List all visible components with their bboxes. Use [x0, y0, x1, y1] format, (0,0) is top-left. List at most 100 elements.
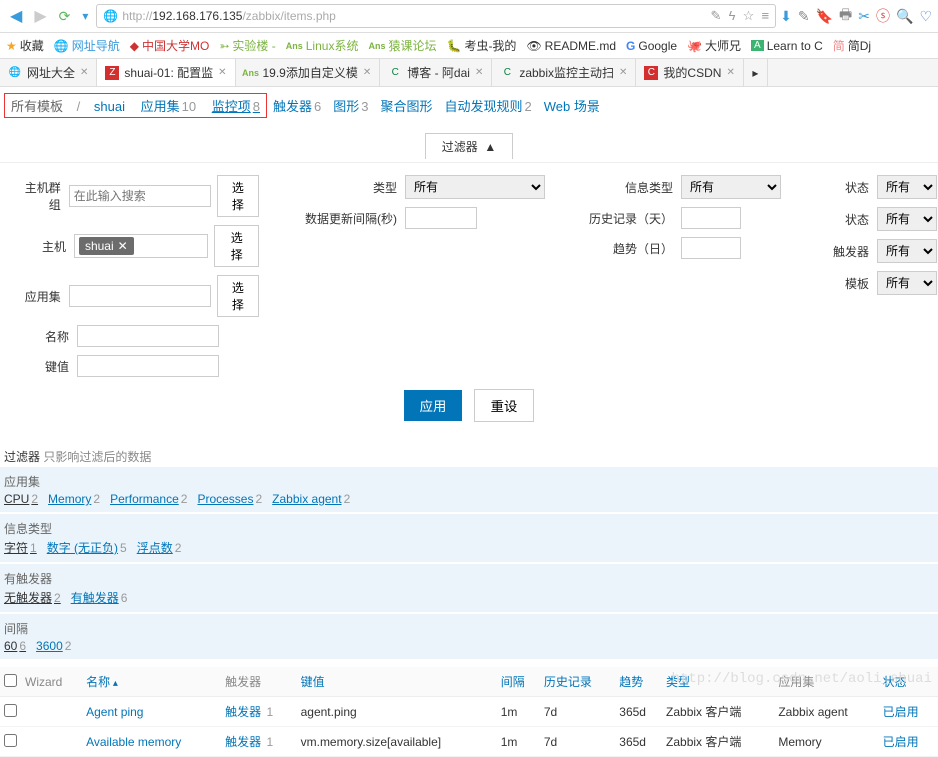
col-interval[interactable]: 间隔 — [497, 667, 540, 697]
trend-input[interactable] — [681, 237, 741, 259]
cat-item[interactable]: Memory2 — [48, 492, 100, 506]
subnav-triggers[interactable]: 触发器6 — [267, 94, 327, 117]
close-icon[interactable]: ✕ — [475, 67, 483, 78]
cat-item[interactable]: 606 — [4, 639, 26, 653]
bookmark-item[interactable]: ALearn to C — [751, 39, 823, 53]
shield-icon[interactable]: ♡ — [919, 8, 932, 25]
state1-select[interactable]: 所有 — [877, 175, 937, 199]
tab[interactable]: C博客 - 阿dai✕ — [380, 59, 492, 86]
apply-button[interactable]: 应用 — [404, 390, 463, 421]
col-history[interactable]: 历史记录 — [540, 667, 615, 697]
bookmark-item[interactable]: 🐙大师兄 — [687, 37, 741, 54]
hostgroup-input[interactable] — [69, 185, 211, 207]
history-input[interactable] — [681, 207, 741, 229]
cat-item[interactable]: 有触发器6 — [71, 589, 128, 606]
cat-item[interactable]: CPU2 — [4, 492, 38, 506]
row-checkbox[interactable] — [4, 704, 17, 717]
close-icon[interactable]: ✕ — [218, 67, 226, 78]
subnav-items[interactable]: 监控项8 — [206, 97, 266, 116]
update-input[interactable] — [405, 207, 477, 229]
select-button[interactable]: 选择 — [214, 225, 259, 267]
print-icon[interactable]: 🖶 — [839, 4, 852, 28]
subnav-appset[interactable]: 应用集10 — [135, 97, 202, 116]
key-input[interactable] — [77, 355, 219, 377]
tab[interactable]: C我的CSDN✕ — [636, 59, 743, 86]
s-icon[interactable]: ⓢ — [876, 6, 890, 26]
tab[interactable]: Zshuai-01: 配置监✕ — [97, 59, 235, 86]
bookmark-item[interactable]: ★收藏 — [6, 37, 44, 54]
select-button[interactable]: 选择 — [217, 175, 259, 217]
subnav-graphs[interactable]: 图形3 — [327, 94, 374, 117]
tab[interactable]: 🌐网址大全✕ — [0, 59, 97, 86]
select-all-checkbox[interactable] — [4, 674, 17, 687]
chip-remove-icon[interactable]: ✕ — [118, 239, 128, 253]
cat-item[interactable]: 浮点数2 — [137, 539, 182, 556]
tab-menu[interactable]: ▸ — [744, 59, 768, 86]
bookmark-item[interactable]: 简简Dj — [833, 37, 871, 54]
trigger-link[interactable]: 触发器 — [225, 705, 261, 719]
bookmark-item[interactable]: ➳实验楼 - — [219, 37, 275, 54]
cat-item[interactable]: 数字 (无正负)5 — [47, 539, 127, 556]
cat-item[interactable]: Performance2 — [110, 492, 187, 506]
bookmark-item[interactable]: 🌐网址导航 — [54, 37, 120, 54]
bookmark-item[interactable]: 👁README.md — [526, 39, 616, 53]
status-link[interactable]: 已启用 — [883, 735, 919, 749]
close-icon[interactable]: ✕ — [726, 67, 734, 78]
tab[interactable]: Czabbix监控主动扫✕ — [492, 59, 636, 86]
reload-button[interactable]: ⟳ — [55, 8, 75, 25]
download-icon[interactable]: ⬇ — [780, 8, 792, 25]
template-select[interactable]: 所有 — [877, 271, 937, 295]
name-input[interactable] — [77, 325, 219, 347]
bookmark-item[interactable]: ◆中国大学MO — [130, 37, 210, 54]
state2-select[interactable]: 所有 — [877, 207, 937, 231]
col-name[interactable]: 名称 — [82, 667, 221, 697]
breadcrumb-link[interactable]: shuai — [88, 97, 131, 116]
row-checkbox[interactable] — [4, 734, 17, 747]
item-name-link[interactable]: Available memory — [86, 735, 181, 749]
edit-icon[interactable]: ✎ — [798, 8, 810, 25]
cut-icon[interactable]: ✂ — [858, 8, 870, 25]
col-trigger[interactable]: 触发器 — [221, 667, 297, 697]
subnav-web[interactable]: Web 场景 — [538, 94, 606, 117]
filter-toggle[interactable]: 过滤器 ▲ — [425, 133, 514, 159]
cat-item[interactable]: 无触发器2 — [4, 589, 61, 606]
bookmark-icon[interactable]: 🔖 — [816, 8, 833, 25]
subnav-discovery[interactable]: 自动发现规则2 — [438, 94, 537, 117]
reset-button[interactable]: 重设 — [474, 389, 535, 422]
cat-item[interactable]: Processes2 — [197, 492, 262, 506]
infotype-select[interactable]: 所有 — [681, 175, 781, 199]
dropdown-icon[interactable]: ▾ — [78, 9, 92, 23]
col-wizard[interactable]: Wizard — [21, 667, 82, 697]
status-link[interactable]: 已启用 — [883, 705, 919, 719]
bookmark-item[interactable]: AnsLinux系统 — [286, 37, 359, 54]
cat-item[interactable]: 36002 — [36, 639, 71, 653]
cat-item[interactable]: 字符1 — [4, 539, 37, 556]
url-bar[interactable]: 🌐 http:// 192.168.176.135 /zabbix/items.… — [96, 4, 776, 28]
bookmark-item[interactable]: GGoogle — [626, 39, 677, 53]
trigger-link[interactable]: 触发器 — [225, 735, 261, 749]
page-subnav: 所有模板 / shuai 应用集10 监控项8 触发器6 图形3 聚合图形 自动… — [0, 87, 938, 124]
bookmark-item[interactable]: 🐛考虫-我的 — [446, 37, 516, 54]
close-icon[interactable]: ✕ — [363, 67, 371, 78]
select-button[interactable]: 选择 — [217, 275, 259, 317]
subnav-screens[interactable]: 聚合图形 — [374, 94, 438, 117]
back-button[interactable]: ◀ — [6, 6, 26, 26]
cat-item[interactable]: Zabbix agent2 — [272, 492, 350, 506]
url-actions: ✎ ϟ ☆ ≡ — [710, 8, 769, 24]
tab[interactable]: Ans19.9添加自定义模✕ — [236, 59, 381, 86]
close-icon[interactable]: ✕ — [619, 67, 627, 78]
item-name-link[interactable]: Agent ping — [86, 705, 143, 719]
trigger-select[interactable]: 所有 — [877, 239, 937, 263]
appset-label: 应用集 — [16, 288, 63, 305]
forward-button[interactable]: ▶ — [30, 6, 50, 26]
search-icon[interactable]: 🔍 — [896, 8, 913, 25]
cat-appset: 应用集 CPU2 Memory2 Performance2 Processes2… — [0, 467, 938, 512]
col-key[interactable]: 键值 — [297, 667, 497, 697]
breadcrumb-root[interactable]: 所有模板 — [5, 97, 69, 116]
col-trend[interactable]: 趋势 — [615, 667, 662, 697]
bookmark-item[interactable]: Ans猿课论坛 — [368, 37, 436, 54]
appset-input[interactable] — [69, 285, 211, 307]
type-select[interactable]: 所有 — [405, 175, 545, 199]
close-icon[interactable]: ✕ — [80, 67, 88, 78]
browser-tabs: 🌐网址大全✕ Zshuai-01: 配置监✕ Ans19.9添加自定义模✕ C博… — [0, 59, 938, 87]
